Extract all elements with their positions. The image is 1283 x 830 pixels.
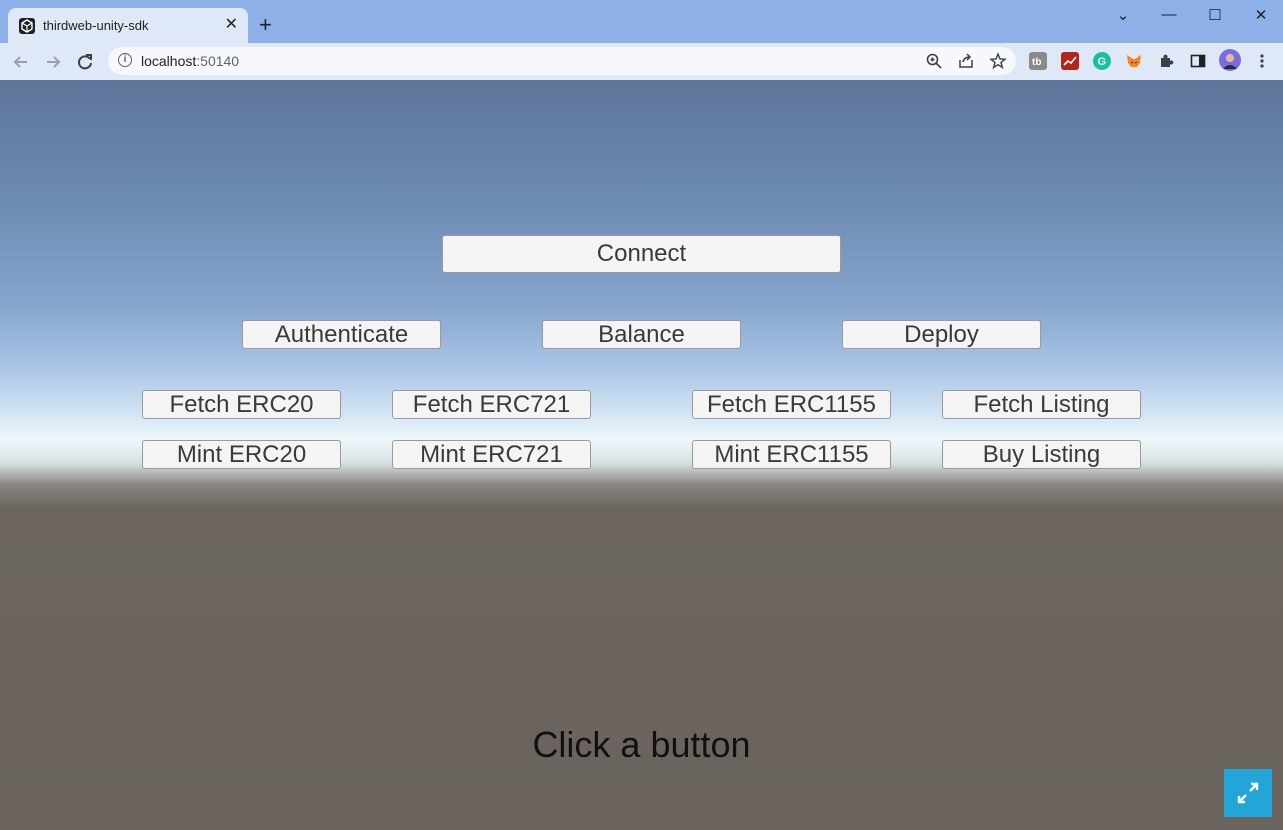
extension-grammarly-icon[interactable]: G [1093,52,1111,70]
address-bar[interactable]: i localhost:50140 [108,47,1016,75]
unity-canvas[interactable]: Connect Authenticate Balance Deploy Fetc… [0,80,1283,830]
browser-title-bar: thirdweb-unity-sdk ✕ + ⌄ — ☐ ✕ [0,0,1283,43]
fullscreen-button[interactable] [1224,769,1272,817]
new-tab-button[interactable]: + [259,14,272,36]
fetch-erc721-button[interactable]: Fetch ERC721 [392,390,591,419]
browser-menu-icon[interactable] [1253,52,1271,70]
tab-close-icon[interactable]: ✕ [225,16,238,34]
mint-erc1155-button[interactable]: Mint ERC1155 [692,440,891,469]
deploy-button[interactable]: Deploy [842,320,1041,349]
minimize-icon[interactable]: — [1159,6,1179,23]
mint-erc20-button[interactable]: Mint ERC20 [142,440,341,469]
reload-icon[interactable] [74,51,96,73]
tab-search-icon[interactable]: ⌄ [1113,6,1133,24]
fetch-erc20-button[interactable]: Fetch ERC20 [142,390,341,419]
connect-button[interactable]: Connect [442,235,841,273]
profile-avatar[interactable] [1219,49,1241,71]
fullscreen-expand-icon [1237,782,1259,804]
fetch-erc1155-button[interactable]: Fetch ERC1155 [692,390,891,419]
side-panel-icon[interactable] [1189,52,1207,70]
fetch-listing-button[interactable]: Fetch Listing [942,390,1141,419]
extensions-puzzle-icon[interactable] [1157,52,1175,70]
forward-icon[interactable] [42,51,64,73]
svg-text:tb: tb [1032,57,1041,68]
svg-text:G: G [1098,56,1107,68]
balance-button[interactable]: Balance [542,320,741,349]
unity-favicon-icon [19,18,35,34]
buy-listing-button[interactable]: Buy Listing [942,440,1141,469]
status-text: Click a button [532,724,751,765]
extension-chart-icon[interactable] [1061,52,1079,70]
close-window-icon[interactable]: ✕ [1251,6,1271,24]
tab-title: thirdweb-unity-sdk [43,18,149,33]
browser-tab[interactable]: thirdweb-unity-sdk ✕ [8,8,248,43]
extension-thirdweb-icon[interactable]: tb [1029,52,1047,70]
url-text: localhost:50140 [141,53,240,69]
extension-metamask-icon[interactable] [1125,52,1143,70]
share-icon[interactable] [957,52,975,70]
mint-erc721-button[interactable]: Mint ERC721 [392,440,591,469]
authenticate-button[interactable]: Authenticate [242,320,441,349]
zoom-icon[interactable] [925,52,943,70]
browser-toolbar: i localhost:50140 tb G [0,43,1283,81]
bookmark-star-icon[interactable] [989,52,1007,70]
maximize-icon[interactable]: ☐ [1205,6,1225,24]
site-info-icon[interactable]: i [118,53,132,67]
back-icon[interactable] [10,51,32,73]
